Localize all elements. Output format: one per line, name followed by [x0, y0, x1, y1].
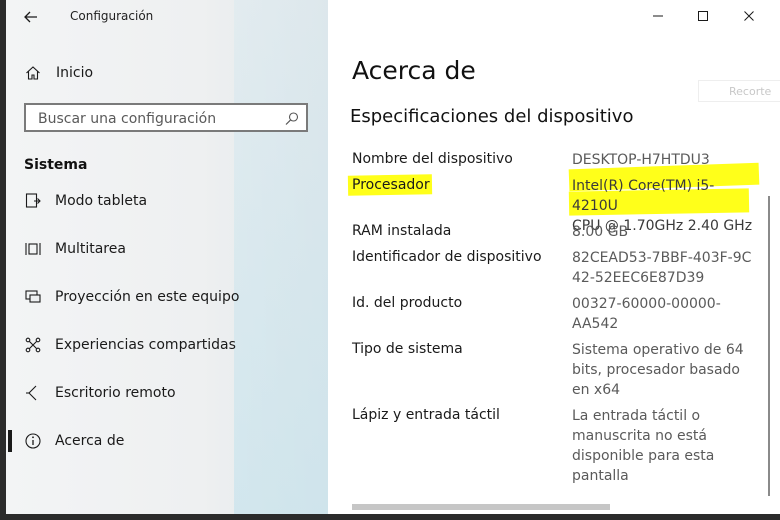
- spec-value-device-name: DESKTOP-H7HTDU3: [572, 152, 710, 168]
- sidebar: Configuración Inicio Sistema: [6, 0, 328, 514]
- page-title: Acerca de: [352, 56, 476, 85]
- spec-label-device-name: Nombre del dispositivo: [352, 151, 513, 167]
- spec-label-pen-touch: Lápiz y entrada táctil: [352, 407, 500, 423]
- back-arrow-icon: [24, 11, 37, 23]
- multitasking-icon: [24, 240, 42, 258]
- horizontal-scrollbar[interactable]: [352, 504, 610, 510]
- sidebar-item-label: Acerca de: [55, 433, 125, 449]
- sidebar-item-label: Multitarea: [55, 241, 126, 257]
- shared-experiences-icon: [24, 336, 42, 354]
- sidebar-item-label: Modo tableta: [55, 193, 148, 209]
- projection-icon: [24, 288, 42, 306]
- vertical-scrollbar[interactable]: [768, 196, 770, 496]
- spec-label-ram: RAM instalada: [352, 223, 452, 239]
- spec-value-system-type: Sistema operativo de 64 bits, procesador…: [572, 342, 744, 398]
- spec-label-device-id: Identificador de dispositivo: [352, 249, 542, 265]
- close-icon: [744, 11, 754, 21]
- sidebar-item-label: Proyección en este equipo: [55, 289, 240, 305]
- section-label-system: Sistema: [24, 157, 88, 173]
- spec-value-ram: 8.00 GB: [572, 224, 629, 240]
- tablet-mode-icon: [24, 192, 42, 210]
- remote-desktop-icon: [24, 384, 42, 402]
- app-title: Configuración: [70, 9, 154, 23]
- sidebar-item-home[interactable]: Inicio: [6, 53, 328, 93]
- spec-value-device-id: 82CEAD53-7BBF-403F-9C 42-52EEC6E87D39: [572, 250, 752, 286]
- sidebar-item-projection[interactable]: Proyección en este equipo: [6, 277, 328, 317]
- maximize-icon: [698, 11, 708, 21]
- minimize-button[interactable]: [644, 4, 672, 28]
- sidebar-item-remote-desktop[interactable]: Escritorio remoto: [6, 373, 328, 413]
- search-box[interactable]: [24, 103, 308, 132]
- sidebar-item-label: Inicio: [56, 65, 94, 81]
- sidebar-item-label: Escritorio remoto: [55, 385, 176, 401]
- home-icon: [24, 64, 42, 82]
- search-icon[interactable]: [284, 111, 300, 127]
- spec-value-pen-touch: La entrada táctil o manuscrita no está d…: [572, 408, 715, 484]
- minimize-icon: [653, 15, 663, 17]
- sidebar-item-multitasking[interactable]: Multitarea: [6, 229, 328, 269]
- spec-label-processor: Procesador: [352, 177, 430, 193]
- section-title: Especificaciones del dispositivo: [350, 106, 634, 127]
- maximize-button[interactable]: [689, 4, 717, 28]
- window-frame-bottom: [0, 514, 780, 520]
- spec-label-product-id: Id. del producto: [352, 295, 463, 311]
- sidebar-item-label: Experiencias compartidas: [55, 337, 236, 353]
- info-icon: [24, 432, 42, 450]
- sidebar-item-about[interactable]: Acerca de: [6, 421, 328, 461]
- search-input[interactable]: [36, 108, 280, 130]
- close-button[interactable]: [735, 4, 763, 28]
- spec-value-product-id: 00327-60000-00000- AA542: [572, 296, 721, 332]
- ghost-button[interactable]: Recorte: [698, 80, 780, 102]
- sidebar-item-tablet-mode[interactable]: Modo tableta: [6, 181, 328, 221]
- spec-label-system-type: Tipo de sistema: [352, 341, 463, 357]
- back-button[interactable]: [20, 6, 42, 28]
- sidebar-item-shared-experiences[interactable]: Experiencias compartidas: [6, 325, 328, 365]
- settings-window: Configuración Inicio Sistema: [6, 0, 780, 514]
